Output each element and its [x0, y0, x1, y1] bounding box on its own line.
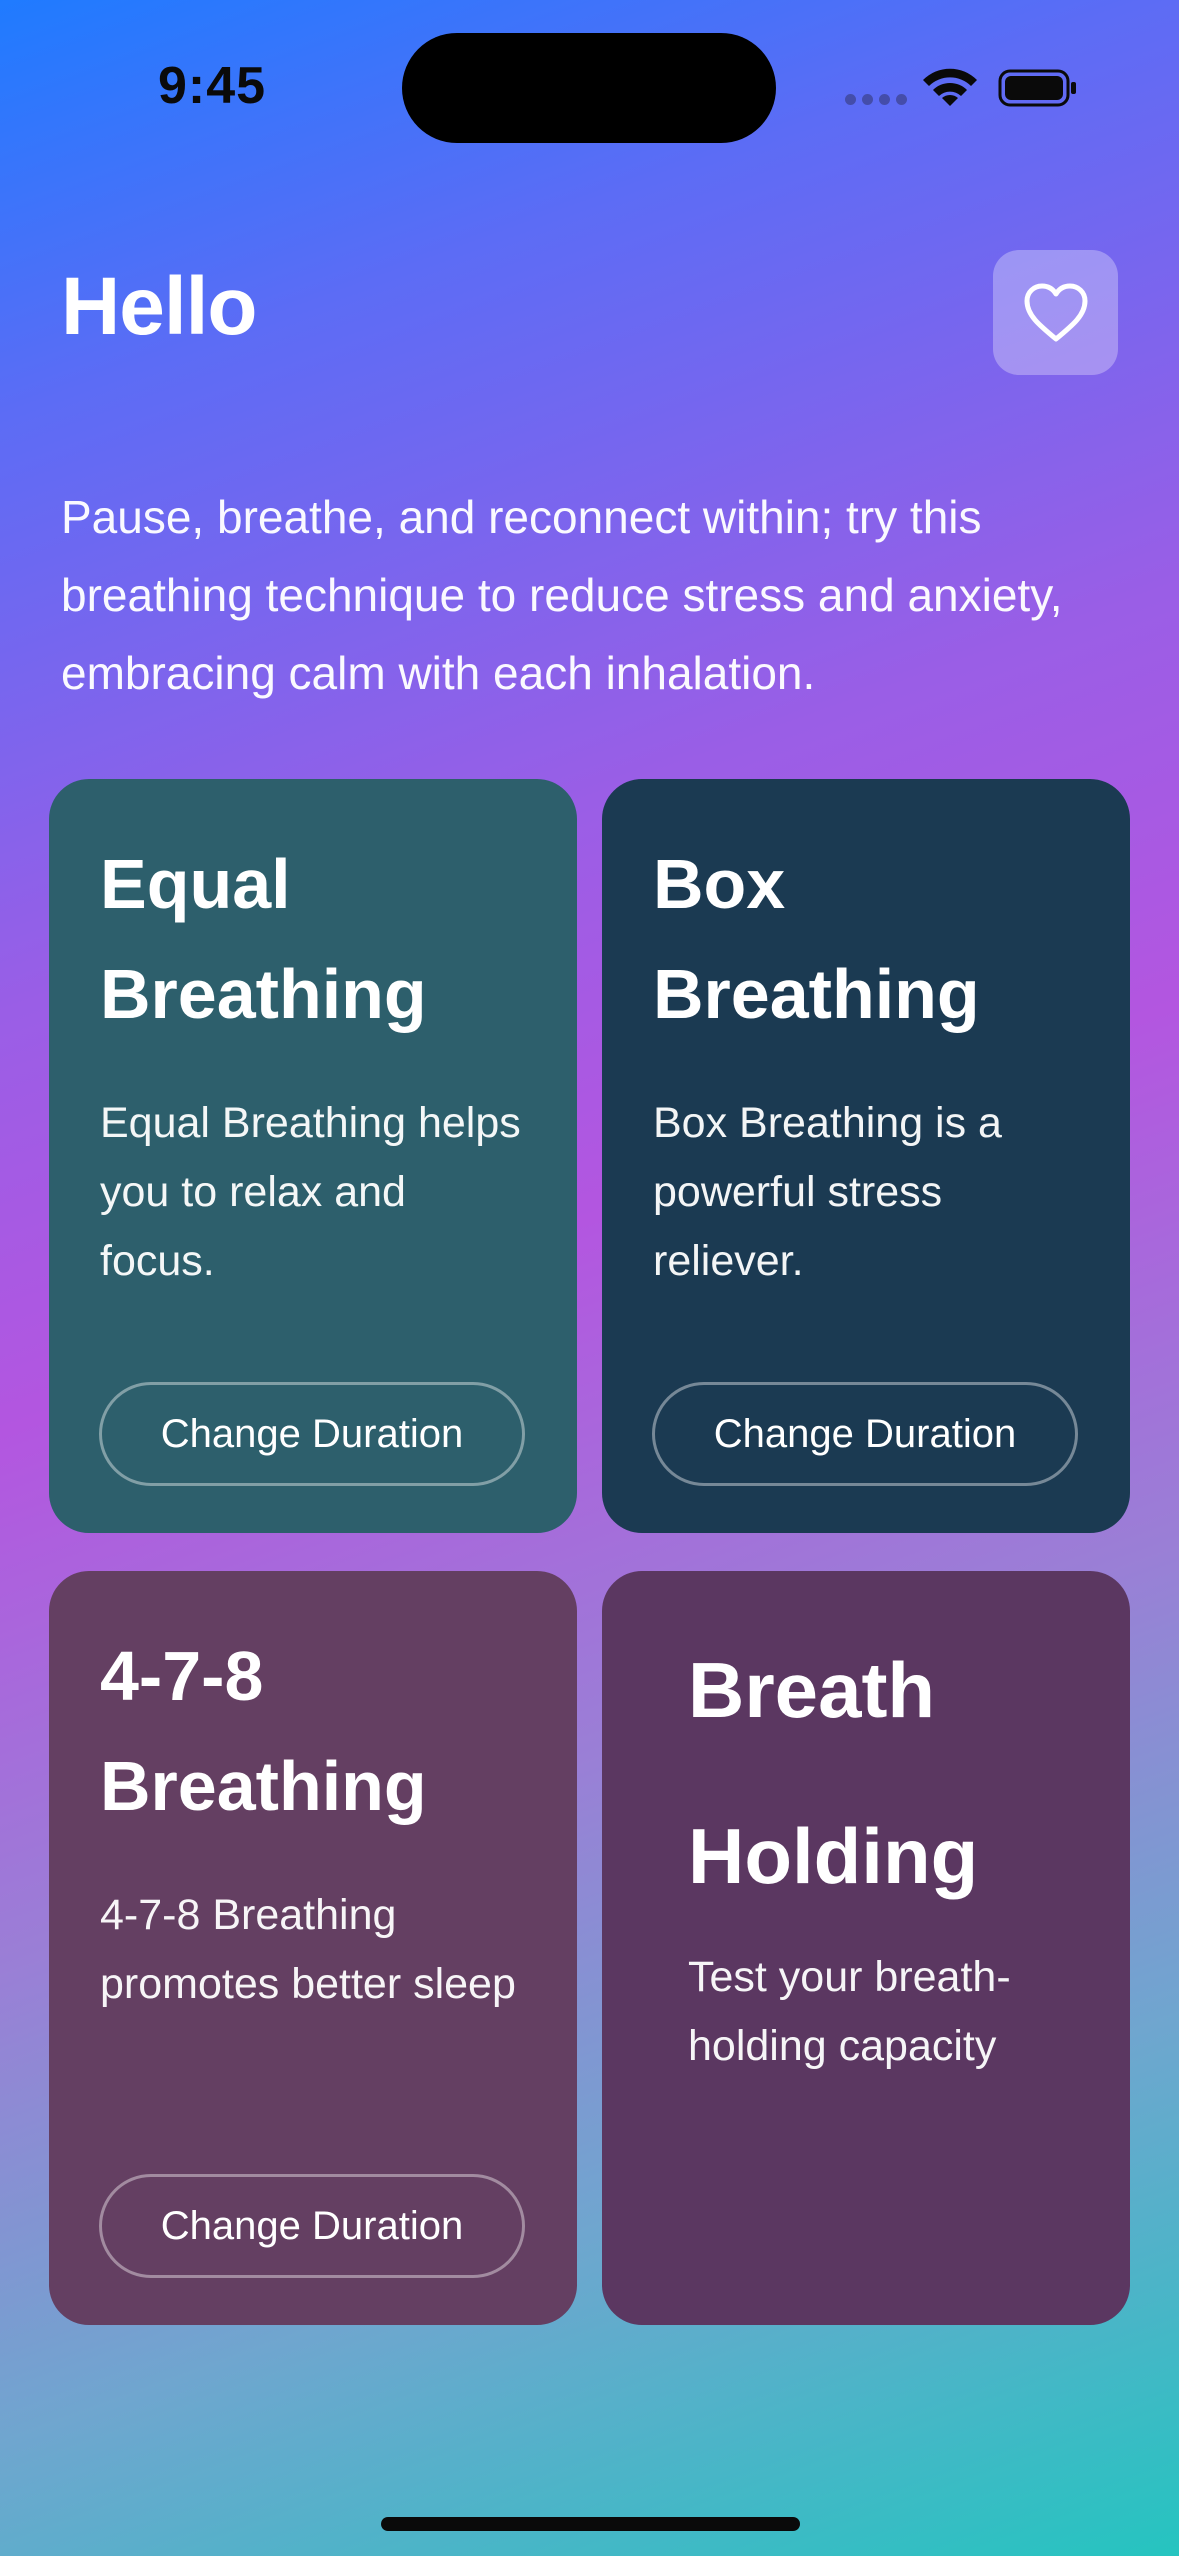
card-title: 4-7-8 Breathing: [100, 1637, 427, 1825]
intro-text: Pause, breathe, and reconnect within; tr…: [61, 491, 1063, 699]
card-title: Breath Holding: [688, 1646, 979, 1900]
heart-icon: [1024, 283, 1087, 341]
card-box-breathing[interactable]: Box Breathing Box Breathing is a powerfu…: [602, 779, 1130, 1533]
cellular-signal-icon: [845, 94, 907, 105]
change-duration-button[interactable]: Change Duration: [652, 1382, 1078, 1486]
card-4-7-8-breathing[interactable]: 4-7-8 Breathing 4-7-8 Breathing promotes…: [49, 1571, 577, 2325]
card-description: 4-7-8 Breathing promotes better sleep: [100, 1891, 516, 2008]
card-equal-breathing[interactable]: Equal Breathing Equal Breathing helps yo…: [49, 779, 577, 1533]
card-title: Equal Breathing: [100, 845, 427, 1033]
status-time: 9:45: [158, 57, 267, 115]
favorites-button[interactable]: [993, 250, 1118, 375]
page-title: Hello: [61, 261, 257, 352]
change-duration-button[interactable]: Change Duration: [99, 2174, 525, 2278]
card-title: Box Breathing: [653, 845, 980, 1033]
wifi-icon: [923, 68, 977, 106]
card-description: Box Breathing is a powerful stress relie…: [653, 1099, 1002, 1285]
card-description: Equal Breathing helps you to relax and f…: [100, 1099, 521, 1285]
change-duration-button[interactable]: Change Duration: [99, 1382, 525, 1486]
dynamic-island: [402, 33, 776, 143]
card-breath-holding[interactable]: Breath Holding Test your breath-holding …: [602, 1571, 1130, 2325]
card-description: Test your breath-holding capacity: [688, 1953, 1011, 2070]
app-screen: 9:45 Hello Pause, breathe, and reconnect…: [0, 0, 1179, 2556]
home-indicator[interactable]: [381, 2517, 800, 2531]
battery-icon: [998, 69, 1076, 107]
